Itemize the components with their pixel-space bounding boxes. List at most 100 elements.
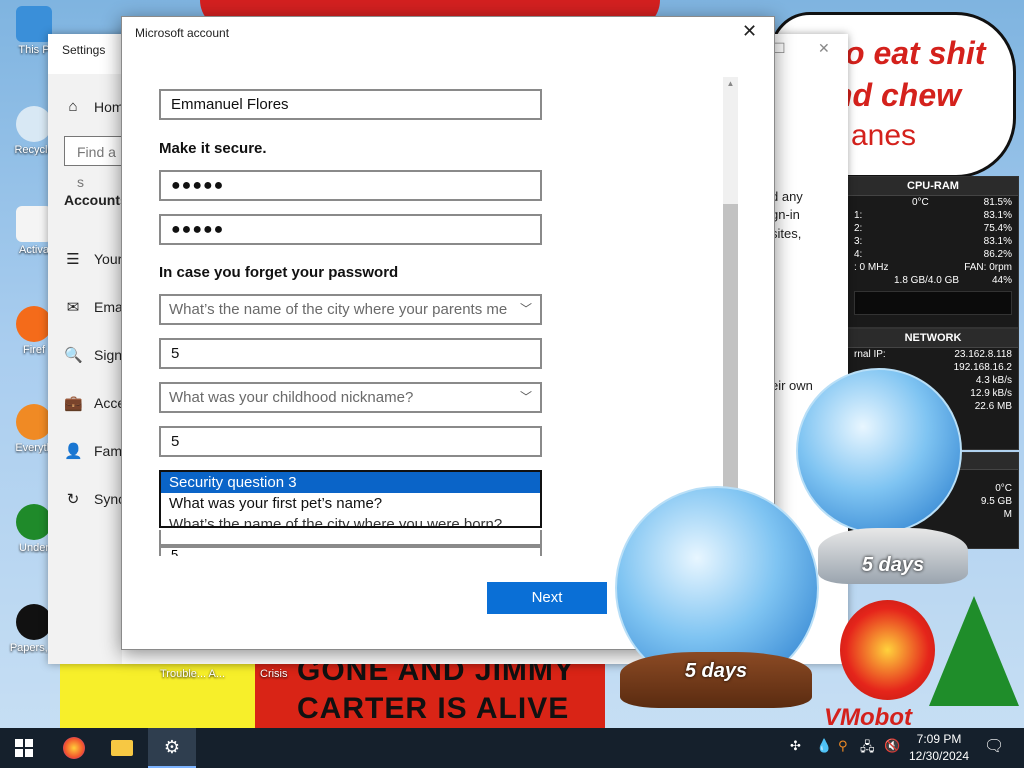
firefox-icon [16,306,52,342]
person-add-icon: 👤 [64,443,83,460]
dropdown-option-birth-city[interactable]: What’s the name of the city where you we… [161,514,540,526]
nav-email[interactable]: ✉ Ema [64,298,123,316]
firefox-icon [63,737,85,759]
core-value: 86.2% [983,249,1012,260]
memory-percent: 44% [991,275,1012,286]
security-question-3-dropdown[interactable]: Security question 3 What was your first … [159,470,542,528]
cpu-freq: : 0 MHz [854,262,889,273]
next-button[interactable]: Next [487,582,607,614]
dropdown-option-pet[interactable]: What was your first pet’s name? [161,493,540,514]
nav-family[interactable]: 👤 Fam [64,442,122,460]
core-label: 3: [854,236,863,247]
clock-date: 12/30/2024 [908,749,970,763]
taskbar-settings[interactable]: ⚙ [148,728,196,768]
external-ip-label: rnal IP: [854,349,886,360]
banner-line-2: CARTER IS ALIVE [297,692,570,725]
cpu-ram-gadget: CPU-RAM 0°C 81.5% 1: 83.1% 2: 75.4% 3: 83.1%… [847,176,1019,328]
name-field[interactable]: Emmanuel Flores [159,89,542,120]
dialog-title: Microsoft account [135,26,230,40]
droplet-icon[interactable]: 💧 [816,738,832,754]
section-accounts: Accounts [64,192,128,208]
taskbar: ⚙ ✣ 💧 ⚲ 🖧 🔇 7:09 PM 12/30/2024 🗨 [0,728,1024,768]
taskbar-file-explorer[interactable] [98,728,146,768]
sync-icon: ↻ [66,491,80,508]
mail-icon: ✉ [66,299,80,316]
clock-time: 7:09 PM [916,732,962,746]
core-label: 2: [854,223,863,234]
cpu-temp: 0°C [912,197,929,208]
bubble-line-1: o eat shit [845,35,986,71]
briefcase-icon: 💼 [64,395,83,412]
core-value: 83.1% [983,210,1012,221]
scrollbar-thumb[interactable] [723,204,738,494]
key-icon: 🔍 [64,347,83,364]
bubble-line-3: anes [851,119,917,152]
scroll-up-icon[interactable]: ▲ [723,79,738,88]
nav-your-info[interactable]: ☰ Your [64,250,122,268]
password-field[interactable]: ●●●●● [159,170,542,201]
search-icon[interactable]: ⚲ [838,738,848,754]
settings-body-text: eir own [771,378,813,393]
chevron-down-icon: ﹀ [519,390,532,404]
network-icon[interactable]: 🖧 [860,738,875,760]
forgot-password-heading: In case you forget your password [159,264,399,281]
desktop-label-trouble[interactable]: Trouble... A... [160,668,225,680]
security-answer-1-field[interactable]: 5 [159,338,542,369]
security-answer-3-value: 5 [171,547,179,556]
folder-icon [111,740,133,756]
nav-home[interactable]: ⌂ Hom [64,98,124,115]
security-question-3-select-edge [159,530,542,546]
core-value: 83.1% [983,236,1012,247]
memory-graph [854,291,1012,315]
home-icon: ⌂ [68,98,78,115]
confirm-password-field[interactable]: ●●●●● [159,214,542,245]
windows-icon [15,739,33,757]
external-ip: 23.162.8.118 [954,349,1012,360]
game-icon [16,504,52,540]
nav-sync[interactable]: ↻ Sync [64,490,125,508]
taskbar-firefox[interactable] [50,728,98,768]
security-answer-2-field[interactable]: 5 [159,426,542,457]
local-ip: 192.168.16.2 [953,362,1012,373]
memory-usage: 1.8 GB/4.0 GB [894,275,960,286]
security-question-2-select[interactable]: What was your childhood nickname? ﹀ [159,382,542,413]
network-gadget-title: NETWORK [848,329,1018,348]
volume-muted-icon[interactable]: 🔇 [884,738,900,754]
drive-temp: 0°C [995,483,1012,494]
security-question-1-select[interactable]: What’s the name of the city where your p… [159,294,542,325]
close-icon[interactable]: ✕ [818,40,830,57]
core-label: 1: [854,210,863,221]
download-rate: 4.3 kB/s [975,375,1012,386]
chevron-down-icon: ﹀ [519,302,532,316]
papers-please-icon [16,604,52,640]
dropdown-option-placeholder[interactable]: Security question 3 [161,472,540,493]
security-answer-3-field[interactable]: 5 [159,546,542,556]
nav-access-work[interactable]: 💼 Acce [64,394,125,412]
close-icon[interactable]: ✕ [742,21,757,42]
globe-days-label-2: 5 days [684,660,748,682]
nav-home-label: Hom [94,98,124,115]
ornament-icon [840,600,935,700]
bubble-line-2: nd chew [833,77,962,113]
christmas-tree-icon [929,596,1019,706]
start-button[interactable] [0,728,48,768]
core-value: 75.4% [983,223,1012,234]
security-question-1-value: What’s the name of the city where your p… [169,301,508,318]
nav-label: Sign [94,347,123,363]
nav-label: Fam [94,443,122,459]
globe-days-label: 5 days [861,554,925,576]
computer-icon [16,6,52,42]
gear-icon: ⚙ [163,736,181,757]
desktop-label-crisis[interactable]: Crisis [260,668,288,680]
taskbar-clock[interactable]: 7:09 PM 12/30/2024 [906,731,972,765]
search-icon [16,404,52,440]
settings-body-text: d any [771,189,803,204]
user-info-icon: ☰ [66,251,80,268]
nav-label: Your [94,251,123,267]
tray-app-icon[interactable]: ✣ [790,738,801,754]
nav-sign-in[interactable]: 🔍 Sign [64,346,122,364]
settings-search-input[interactable]: Find a s [64,136,124,190]
upload-rate: 12.9 kB/s [970,388,1012,399]
notification-icon[interactable]: 🗨 [984,736,1004,756]
security-question-2-value: What was your childhood nickname? [169,389,414,406]
